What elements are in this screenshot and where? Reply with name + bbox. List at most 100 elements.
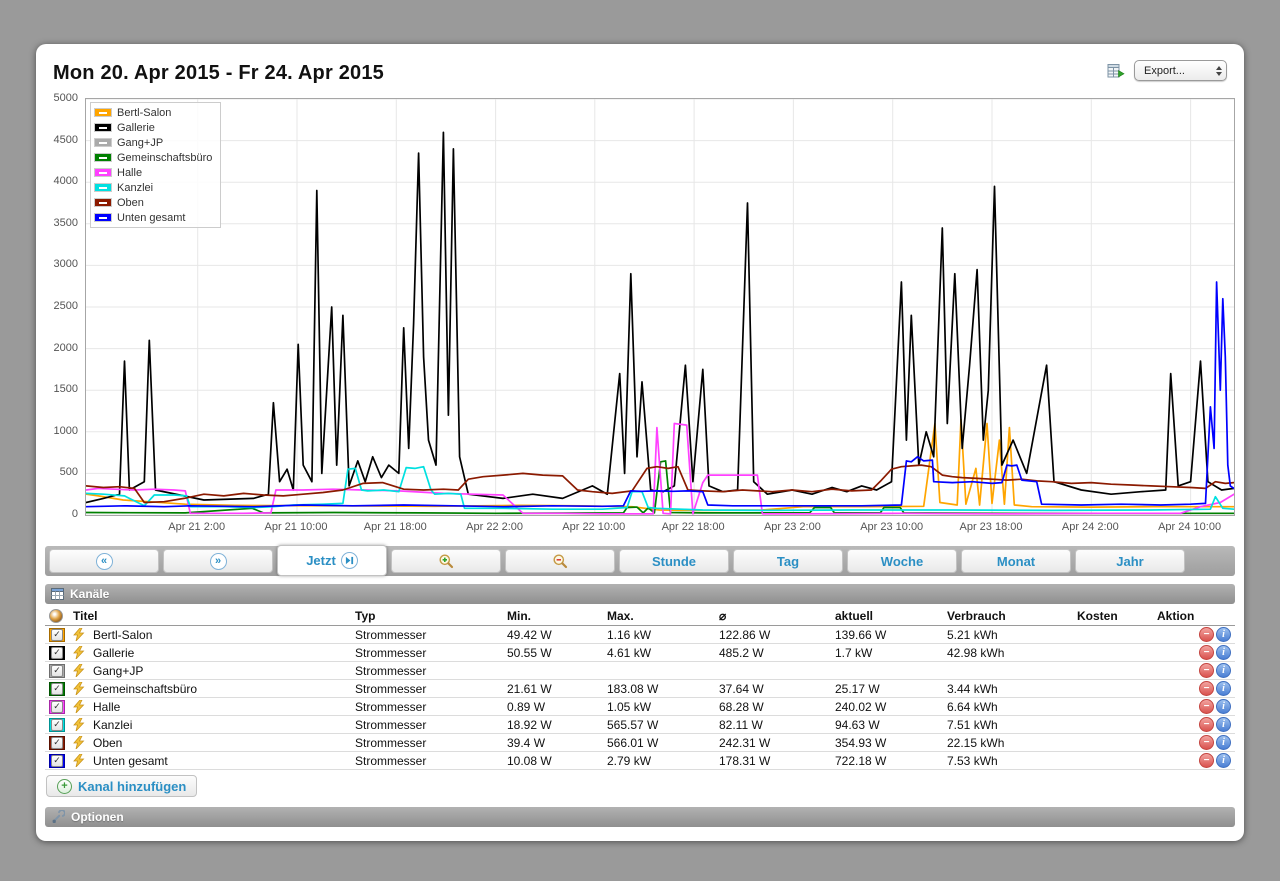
legend-label: Bertl-Salon	[117, 107, 171, 119]
legend-label: Halle	[117, 167, 142, 179]
page-header: Mon 20. Apr 2015 - Fr 24. Apr 2015 Expor…	[45, 50, 1235, 98]
wrench-icon	[51, 810, 65, 824]
channel-consumption: 42.98 kWh	[943, 644, 1073, 662]
channel-info-button[interactable]: i	[1216, 699, 1231, 714]
bolt-icon	[73, 682, 85, 695]
zoom-out-button[interactable]	[505, 549, 615, 573]
table-row: ✓Bertl-SalonStrommesser49.42 W1.16 kW122…	[45, 626, 1235, 644]
remove-channel-button[interactable]: −	[1199, 681, 1214, 696]
channel-visibility-checkbox[interactable]: ✓	[49, 700, 65, 714]
export-area: Export...	[1107, 60, 1227, 81]
channel-type: Strommesser	[351, 716, 503, 734]
legend-label: Kanzlei	[117, 182, 153, 194]
channel-type: Strommesser	[351, 662, 503, 680]
channel-type: Strommesser	[351, 626, 503, 644]
double-arrow-right-icon: »	[210, 553, 227, 570]
channel-info-button[interactable]: i	[1216, 663, 1231, 678]
channel-avg: 485.2 W	[715, 644, 831, 662]
remove-channel-button[interactable]: −	[1199, 645, 1214, 660]
bolt-icon	[73, 718, 85, 731]
table-export-icon[interactable]	[1107, 63, 1125, 79]
remove-channel-button[interactable]: −	[1199, 717, 1214, 732]
channel-cost	[1073, 626, 1153, 644]
y-axis-label: 2000	[54, 342, 78, 354]
channel-visibility-checkbox[interactable]: ✓	[49, 736, 65, 750]
channel-info-button[interactable]: i	[1216, 681, 1231, 696]
col-avg: ⌀	[715, 606, 831, 626]
range-button-jahr[interactable]: Jahr	[1075, 549, 1185, 573]
plus-icon: +	[57, 779, 72, 794]
add-channel-button[interactable]: + Kanal hinzufügen	[46, 775, 197, 797]
channel-title[interactable]: Unten gesamt	[93, 754, 168, 768]
channel-title[interactable]: Kanzlei	[93, 718, 132, 732]
channel-current: 94.63 W	[831, 716, 943, 734]
channel-info-button[interactable]: i	[1216, 753, 1231, 768]
channel-max: 566.01 W	[603, 734, 715, 752]
legend-item: Unten gesamt	[94, 210, 212, 225]
channel-info-button[interactable]: i	[1216, 735, 1231, 750]
channel-info-button[interactable]: i	[1216, 627, 1231, 642]
col-max: Max.	[603, 606, 715, 626]
channel-title[interactable]: Bertl-Salon	[93, 628, 152, 642]
remove-channel-button[interactable]: −	[1199, 735, 1214, 750]
channel-cost	[1073, 716, 1153, 734]
channel-max: 565.57 W	[603, 716, 715, 734]
channel-visibility-checkbox[interactable]: ✓	[49, 718, 65, 732]
channel-max: 2.79 kW	[603, 752, 715, 770]
export-select[interactable]: Export...	[1134, 60, 1227, 81]
legend-item: Bertl-Salon	[94, 105, 212, 120]
time-toolbar: « » Jetzt	[45, 546, 1235, 576]
table-row: ✓GallerieStrommesser50.55 W4.61 kW485.2 …	[45, 644, 1235, 662]
x-axis-label: Apr 21 2:00	[168, 521, 225, 533]
channel-title[interactable]: Gemeinschaftsbüro	[93, 682, 197, 696]
channel-min: 21.61 W	[503, 680, 603, 698]
channels-header[interactable]: Kanäle	[45, 584, 1235, 604]
channel-current: 25.17 W	[831, 680, 943, 698]
channel-type: Strommesser	[351, 734, 503, 752]
next-button[interactable]: »	[163, 549, 273, 573]
channel-info-button[interactable]: i	[1216, 645, 1231, 660]
remove-channel-button[interactable]: −	[1199, 699, 1214, 714]
channel-title[interactable]: Oben	[93, 736, 122, 750]
remove-channel-button[interactable]: −	[1199, 753, 1214, 768]
channel-current	[831, 662, 943, 680]
col-action: Aktion	[1153, 606, 1235, 626]
jetzt-button[interactable]: Jetzt	[277, 545, 387, 576]
legend-label: Gang+JP	[117, 137, 163, 149]
range-button-tag[interactable]: Tag	[733, 549, 843, 573]
table-row: ✓KanzleiStrommesser18.92 W565.57 W82.11 …	[45, 716, 1235, 734]
channel-visibility-checkbox[interactable]: ✓	[49, 646, 65, 660]
remove-channel-button[interactable]: −	[1199, 627, 1214, 642]
remove-channel-button[interactable]: −	[1199, 663, 1214, 678]
x-axis: Apr 21 2:00Apr 21 10:00Apr 21 18:00Apr 2…	[45, 516, 1235, 538]
channel-type: Strommesser	[351, 644, 503, 662]
y-axis-label: 4000	[54, 175, 78, 187]
legend-swatch	[94, 138, 112, 147]
visibility-eye-icon[interactable]	[49, 609, 63, 623]
channel-title[interactable]: Halle	[93, 700, 120, 714]
channel-visibility-checkbox[interactable]: ✓	[49, 754, 65, 768]
zoom-in-button[interactable]	[391, 549, 501, 573]
prev-button[interactable]: «	[49, 549, 159, 573]
range-button-woche[interactable]: Woche	[847, 549, 957, 573]
channel-visibility-checkbox[interactable]: ✓	[49, 682, 65, 696]
legend-swatch	[94, 153, 112, 162]
channel-avg	[715, 662, 831, 680]
plot-area[interactable]: Bertl-SalonGallerieGang+JPGemeinschaftsb…	[85, 98, 1235, 516]
col-consumption: Verbrauch	[943, 606, 1073, 626]
bolt-icon	[73, 628, 85, 641]
channel-title[interactable]: Gallerie	[93, 646, 134, 660]
channel-visibility-checkbox[interactable]: ✓	[49, 664, 65, 678]
range-button-monat[interactable]: Monat	[961, 549, 1071, 573]
skip-to-now-icon	[341, 552, 358, 569]
table-row: ✓ Gang+JP Strommesser −i	[45, 662, 1235, 680]
channel-visibility-checkbox[interactable]: ✓	[49, 628, 65, 642]
channel-title[interactable]: Gang+JP	[93, 664, 143, 678]
channel-info-button[interactable]: i	[1216, 717, 1231, 732]
table-icon	[51, 588, 64, 600]
x-axis-label: Apr 23 18:00	[960, 521, 1023, 533]
options-header[interactable]: Optionen	[45, 807, 1235, 827]
legend-item: Kanzlei	[94, 180, 212, 195]
y-axis: 0500100015002000250030003500400045005000	[45, 98, 85, 516]
range-button-stunde[interactable]: Stunde	[619, 549, 729, 573]
